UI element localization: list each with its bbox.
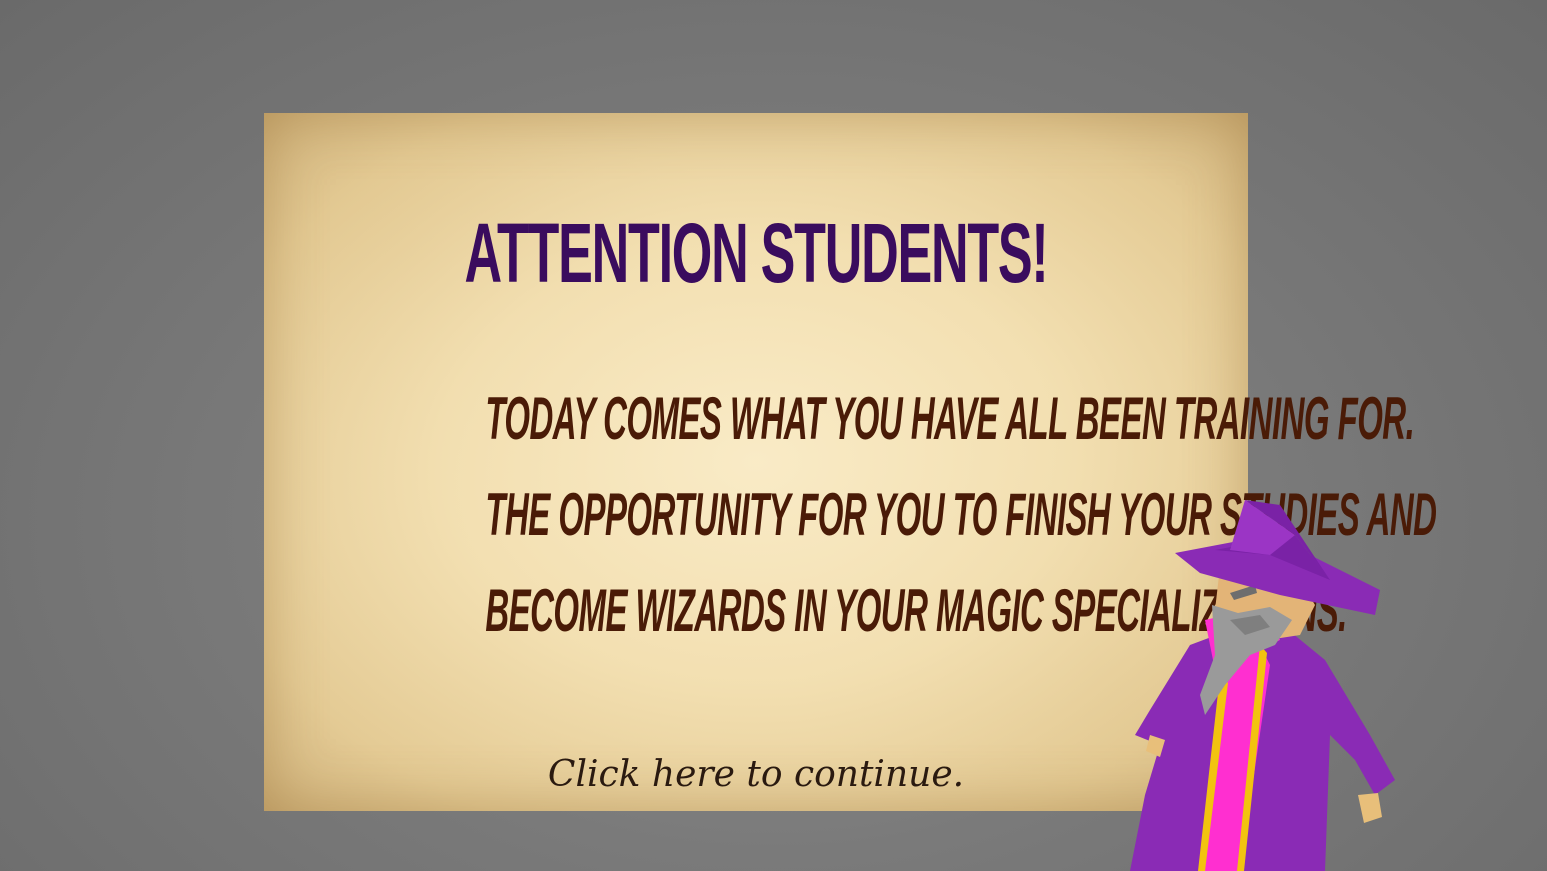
notice-parchment[interactable]: ATTENTION STUDENTS! TODAY COMES WHAT YOU… [264,113,1437,811]
notice-body: TODAY COMES WHAT YOU HAVE ALL BEEN TRAIN… [264,371,1437,659]
wizard-character-icon [1130,500,1395,871]
notice-line-1: TODAY COMES WHAT YOU HAVE ALL BEEN TRAIN… [485,385,1415,452]
game-scene: ATTENTION STUDENTS! TODAY COMES WHAT YOU… [0,0,1547,871]
notice-line-2: THE OPPORTUNITY FOR YOU TO FINISH YOUR S… [485,481,1437,548]
notice-title: ATTENTION STUDENTS! [464,206,1048,300]
notice-line-3: BECOME WIZARDS IN YOUR MAGIC SPECIALIZAT… [485,577,1347,644]
continue-button[interactable]: Click here to continue. [264,753,1248,797]
